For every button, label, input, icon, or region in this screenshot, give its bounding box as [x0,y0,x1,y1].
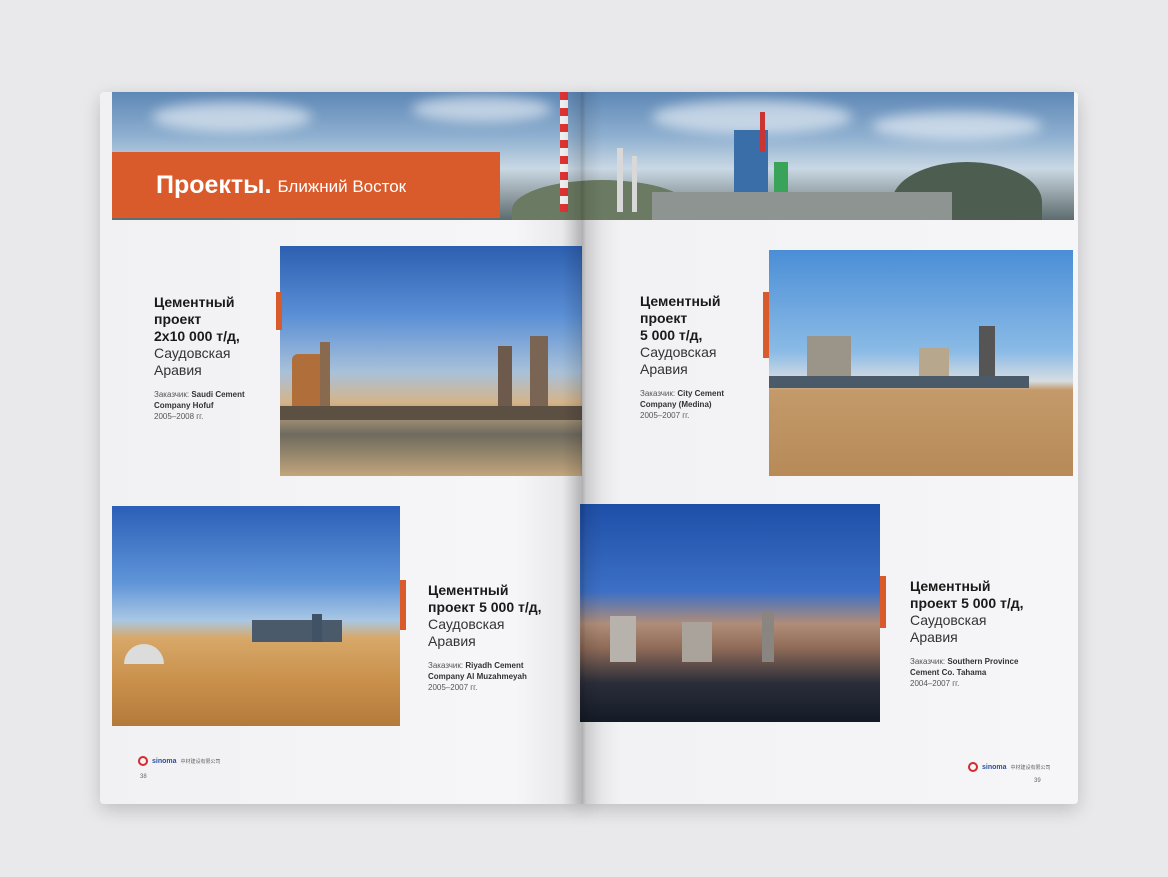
accent-bar-3 [400,580,406,630]
section-title: Проекты. [156,170,272,199]
project-photo-4 [580,504,880,722]
project-4-location: Саудовская Аравия [910,612,987,645]
project-photo-3 [112,506,400,726]
project-3-text: Цементный проект 5 000 т/д, Саудовская А… [428,582,558,693]
project-3-years: 2005–2007 гг. [428,683,478,692]
page-number-left: 38 [140,774,147,780]
project-1-text: Цементный проект 2x10 000 т/д, Саудовска… [154,294,274,422]
page-number-right: 39 [1034,778,1041,784]
footer-logo-left: sinoma 中材建设有限公司 [138,756,221,766]
section-subtitle: Ближний Восток [277,177,407,196]
project-3-client: Заказчик: Riyadh Cement Company Al Muzah… [428,661,527,681]
project-3-heading: Цементный проект 5 000 т/д, [428,582,542,615]
project-photo-1 [280,246,582,476]
project-2-client: Заказчик: City Cement Company (Medina) [640,389,724,409]
project-2-years: 2005–2007 гг. [640,411,690,420]
section-title-bar: Проекты. Ближний Восток [112,152,500,218]
project-1-location: Саудовская Аравия [154,345,231,378]
project-2-location: Саудовская Аравия [640,344,717,377]
footer-cn-name-left: 中材建设有限公司 [180,758,221,765]
footer-brand-left: sinoma [152,757,177,765]
project-2-text: Цементный проект 5 000 т/д, Саудовская А… [640,293,760,421]
sinoma-logo-icon [968,762,978,772]
project-2-heading: Цементный проект 5 000 т/д, [640,293,721,343]
footer-cn-name-right: 中材建设有限公司 [1010,764,1051,771]
project-photo-2 [769,250,1073,476]
sinoma-logo-icon [138,756,148,766]
project-4-heading: Цементный проект 5 000 т/д, [910,578,1024,611]
accent-bar-2 [763,292,769,358]
footer-brand-right: sinoma [982,763,1007,771]
footer-logo-right: sinoma 中材建设有限公司 [968,762,1051,772]
project-4-client: Заказчик: Southern Province Cement Co. T… [910,657,1019,677]
project-1-years: 2005–2008 гг. [154,412,204,421]
brochure-spread: Проекты. Ближний Восток Цементный проект… [92,80,1084,810]
project-1-heading: Цементный проект 2x10 000 т/д, [154,294,240,344]
accent-bar-1 [276,292,282,330]
accent-bar-4 [880,576,886,628]
project-4-text: Цементный проект 5 000 т/д, Саудовская А… [910,578,1070,689]
project-3-location: Саудовская Аравия [428,616,505,649]
project-4-years: 2004–2007 гг. [910,679,960,688]
project-1-client: Заказчик: Saudi Cement Company Hofuf [154,390,245,410]
